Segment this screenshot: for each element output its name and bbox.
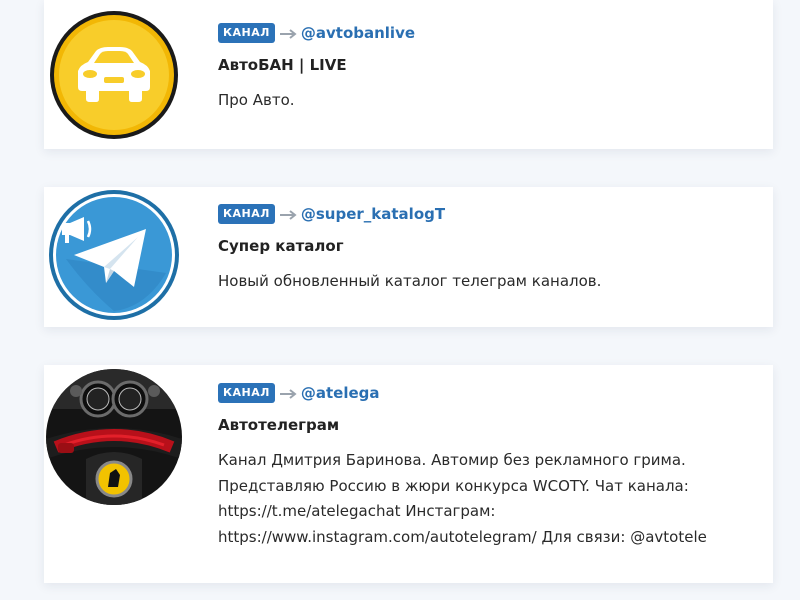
channel-handle-link[interactable]: @super_katalogT — [301, 205, 445, 223]
car-icon — [50, 11, 178, 139]
description-line: Канал Дмитрия Баринова. Автомир без рекл… — [218, 451, 686, 469]
channel-handle-link[interactable]: @avtobanlive — [301, 24, 415, 42]
channel-card[interactable]: КАНАЛ @avtobanlive АвтоБАН | LIVE Про Ав… — [44, 0, 773, 149]
channel-description: Про Авто. — [218, 91, 295, 109]
telegram-megaphone-icon — [49, 190, 179, 320]
channel-card[interactable]: КАНАЛ @atelega Автотелеграм Канал Дмитри… — [44, 365, 773, 583]
channel-type-badge: КАНАЛ — [218, 23, 275, 43]
description-line: Представляю Россию в жюри конкурса WCOTY… — [218, 476, 689, 495]
arrow-right-icon — [279, 24, 297, 43]
channel-handle-link[interactable]: @atelega — [301, 384, 380, 402]
description-line: https://t.me/atelegachat Инстаграм: — [218, 502, 496, 520]
channel-avatar[interactable] — [46, 369, 182, 505]
channel-avatar[interactable] — [48, 9, 180, 141]
channel-title[interactable]: Автотелеграм — [218, 416, 763, 434]
channel-type-badge: КАНАЛ — [218, 204, 275, 224]
channel-type-badge: КАНАЛ — [218, 383, 275, 403]
arrow-right-icon — [279, 384, 297, 403]
channel-title[interactable]: АвтоБАН | LIVE — [218, 56, 763, 74]
steering-wheel-photo — [46, 369, 182, 505]
channel-description: Канал Дмитрия Баринова. Автомир без рекл… — [218, 448, 763, 550]
arrow-right-icon — [279, 205, 297, 224]
channel-avatar[interactable] — [48, 189, 180, 321]
channel-description: Новый обновленный каталог телеграм канал… — [218, 272, 602, 290]
channel-card[interactable]: КАНАЛ @super_katalogT Супер каталог Новы… — [44, 187, 773, 327]
channel-title[interactable]: Супер каталог — [218, 237, 763, 255]
description-line: https://www.instagram.com/autotelegram/ … — [218, 527, 707, 546]
